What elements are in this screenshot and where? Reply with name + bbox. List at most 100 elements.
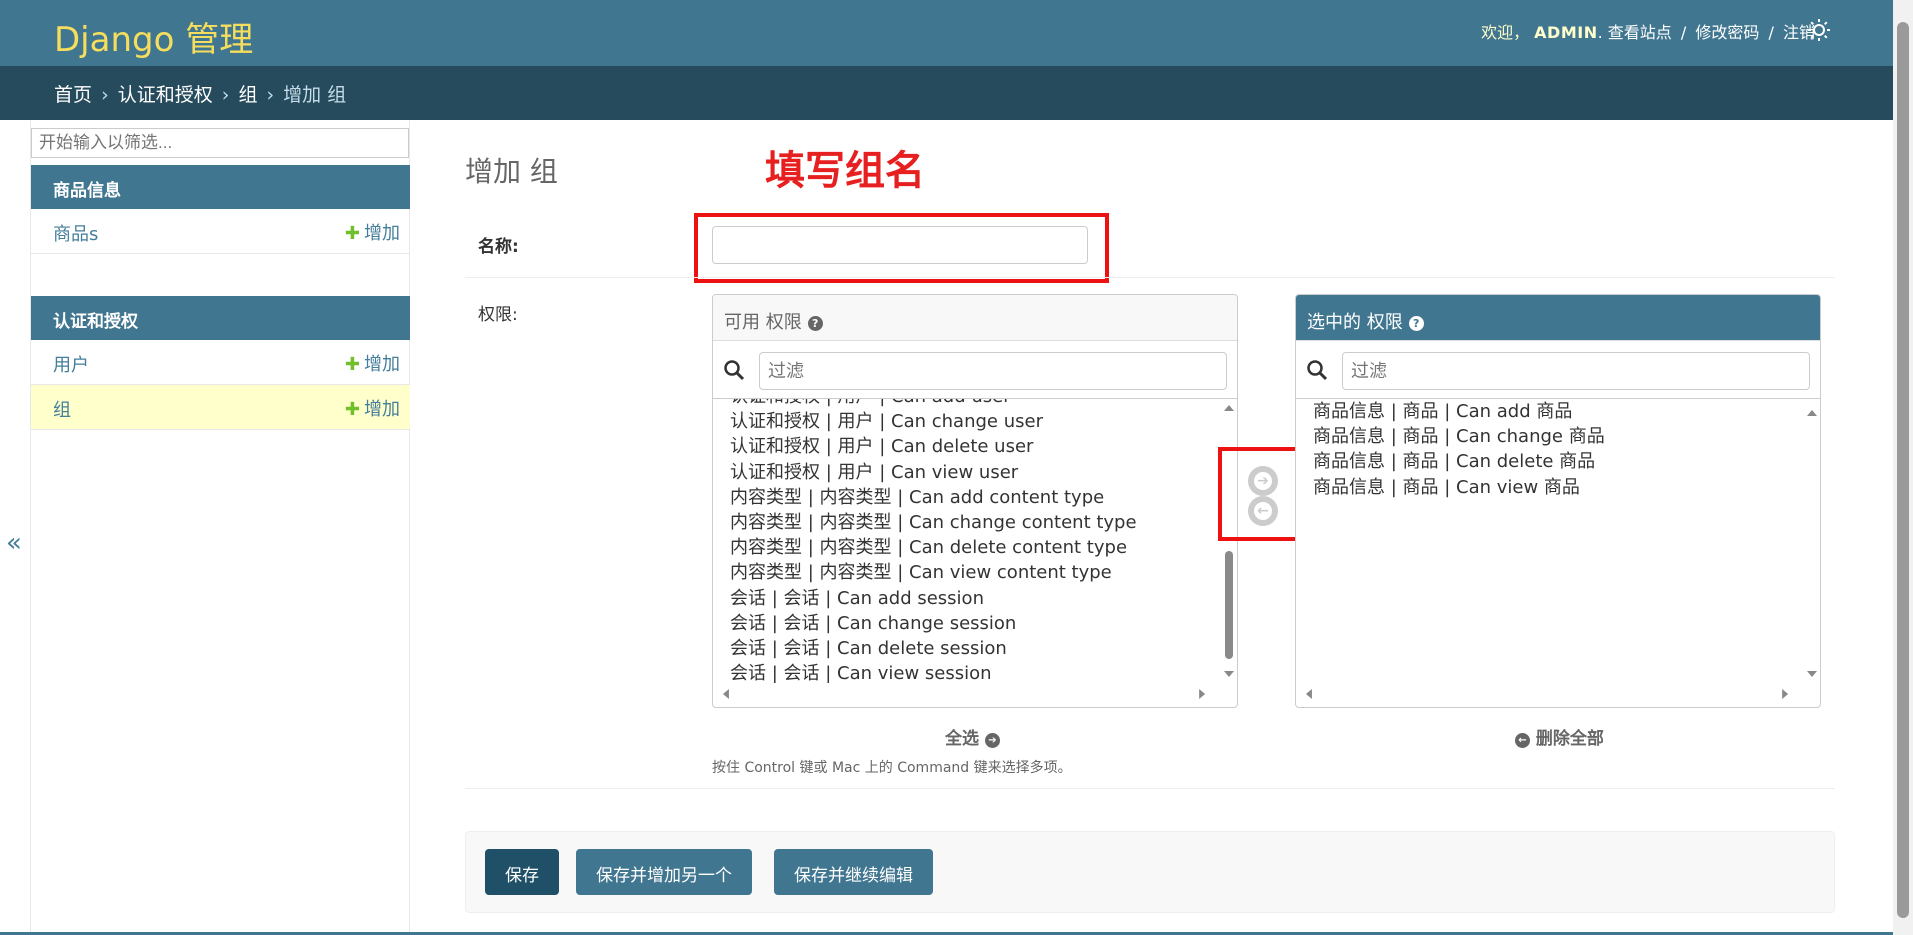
add-label: 增加 (364, 399, 400, 420)
row-divider (465, 277, 1835, 278)
chosen-title-text: 选中的 权限 (1307, 312, 1403, 333)
username: ADMIN (1534, 23, 1598, 42)
list-item[interactable]: 内容类型 | 内容类型 | Can change content type (730, 510, 1223, 535)
sidebar-item-goods-link[interactable]: 商品s (53, 224, 98, 245)
user-tools: 欢迎， ADMIN. 查看站点 / 修改密码 / 注销 (1481, 23, 1815, 42)
list-item[interactable]: 商品信息 | 商品 | Can delete 商品 (1313, 449, 1806, 474)
add-group-link[interactable]: ✚ 增加 (345, 395, 400, 421)
separator: / (1680, 23, 1687, 42)
arrow-right-circle-icon: ➔ (984, 733, 1000, 748)
sidebar-item-users: 用户 ✚ 增加 (31, 340, 410, 385)
sun-icon[interactable] (1807, 18, 1831, 42)
remove-all-label: 删除全部 (1535, 729, 1604, 749)
help-text: 按住 Control 键或 Mac 上的 Command 键来选择多项。 (712, 760, 1072, 776)
sidebar-item-groups: 组 ✚ 增加 (31, 385, 410, 430)
choose-all-link[interactable]: 全选 ➔ (945, 724, 1000, 749)
page-title: 增加 组 (465, 155, 558, 188)
scroll-up-arrow (1224, 405, 1234, 411)
choose-all-label: 全选 (945, 729, 979, 749)
breadcrumb-separator: › (221, 84, 230, 106)
list-item[interactable]: 内容类型 | 内容类型 | Can view content type (730, 560, 1223, 585)
save-and-add-another-button[interactable]: 保存并增加另一个 (576, 849, 752, 895)
save-and-continue-button[interactable]: 保存并继续编辑 (774, 849, 933, 895)
chosen-filter-input[interactable] (1342, 352, 1810, 390)
help-icon[interactable]: ? (807, 316, 823, 331)
page-scroll-thumb[interactable] (1897, 22, 1909, 918)
vertical-scrollbar[interactable] (1804, 399, 1820, 683)
scroll-down-arrow (1807, 671, 1817, 677)
chosen-permissions-title: 选中的 权限? (1296, 295, 1820, 341)
list-item[interactable]: 认证和授权 | 用户 | Can delete user (730, 434, 1223, 459)
search-icon (1307, 360, 1328, 381)
horizontal-scrollbar[interactable] (713, 681, 1237, 707)
row-divider (465, 788, 1835, 789)
list-item[interactable]: 商品信息 | 商品 | Can view 商品 (1313, 475, 1806, 500)
available-filter-input[interactable] (759, 352, 1227, 390)
breadcrumb-home[interactable]: 首页 (54, 84, 92, 106)
annotation-box-name (694, 213, 1109, 283)
breadcrumb-current: 增加 组 (283, 84, 347, 106)
list-item[interactable]: 认证和授权 | 用户 | Can add user (730, 399, 1223, 409)
list-item[interactable]: 会话 | 会话 | Can change session (730, 611, 1223, 636)
sidebar-item-groups-link[interactable]: 组 (53, 400, 71, 421)
nav-filter-input[interactable] (31, 128, 409, 158)
list-item[interactable]: 商品信息 | 商品 | Can change 商品 (1313, 424, 1806, 449)
arrow-left-circle-icon: ← (1515, 733, 1530, 748)
toggle-sidebar-button[interactable]: « (6, 528, 22, 558)
scroll-down-arrow (1224, 671, 1234, 677)
scroll-right-arrow (1199, 689, 1206, 699)
available-filter-row (713, 341, 1237, 399)
scroll-right-arrow (1782, 689, 1789, 699)
chosen-permissions-box: 选中的 权限? 商品信息 | 商品 | Can add 商品 商品信息 | 商品… (1295, 294, 1821, 708)
available-options-list[interactable]: 认证和授权 | 用户 | Can add user 认证和授权 | 用户 | C… (713, 399, 1223, 683)
available-permissions-title: 可用 权限? (713, 295, 1237, 341)
remove-all-link[interactable]: ← 删除全部 (1515, 724, 1604, 749)
plus-icon: ✚ (344, 399, 360, 420)
chosen-filter-row (1296, 341, 1820, 399)
list-item[interactable]: 会话 | 会话 | Can add session (730, 586, 1223, 611)
list-item[interactable]: 认证和授权 | 用户 | Can change user (730, 409, 1223, 434)
save-button[interactable]: 保存 (485, 849, 559, 895)
view-site-link[interactable]: 查看站点 (1608, 23, 1672, 42)
submit-row: 保存 保存并增加另一个 保存并继续编辑 (465, 831, 1835, 913)
chosen-options-list[interactable]: 商品信息 | 商品 | Can add 商品 商品信息 | 商品 | Can c… (1296, 399, 1806, 683)
breadcrumb-app[interactable]: 认证和授权 (118, 84, 213, 106)
available-permissions-box: 可用 权限? 认证和授权 | 用户 | Can add user 认证和授权 |… (712, 294, 1238, 708)
list-item[interactable]: 商品信息 | 商品 | Can add 商品 (1313, 399, 1806, 424)
breadcrumb-model[interactable]: 组 (238, 84, 257, 106)
scroll-left-arrow (722, 689, 729, 699)
add-label: 增加 (364, 223, 400, 244)
annotation-text: 填写组名 (765, 148, 925, 194)
scroll-thumb (1225, 551, 1233, 659)
list-item[interactable]: 内容类型 | 内容类型 | Can add content type (730, 485, 1223, 510)
app-caption-goods[interactable]: 商品信息 (31, 165, 410, 209)
horizontal-scrollbar[interactable] (1296, 681, 1820, 707)
site-name[interactable]: Django 管理 (54, 12, 253, 61)
help-icon[interactable]: ? (1408, 316, 1424, 331)
plus-icon: ✚ (344, 223, 360, 244)
list-item[interactable]: 认证和授权 | 用户 | Can view user (730, 460, 1223, 485)
permissions-label: 权限: (478, 305, 518, 325)
plus-icon: ✚ (344, 354, 360, 375)
add-user-link[interactable]: ✚ 增加 (345, 350, 400, 376)
list-item[interactable]: 会话 | 会话 | Can delete session (730, 636, 1223, 661)
available-title-text: 可用 权限 (724, 312, 802, 333)
list-item[interactable]: 会话 | 会话 | Can view session (730, 661, 1223, 683)
change-password-link[interactable]: 修改密码 (1695, 23, 1759, 42)
page-scrollbar[interactable] (1893, 0, 1913, 935)
scroll-left-arrow (1305, 689, 1312, 699)
vertical-scrollbar[interactable] (1221, 399, 1237, 683)
scroll-up-arrow (1807, 410, 1817, 416)
breadcrumb: 首页 › 认证和授权 › 组 › 增加 组 (0, 66, 1893, 120)
separator: / (1768, 23, 1774, 42)
add-label: 增加 (364, 354, 400, 375)
sidebar-item-goods: 商品s ✚ 增加 (31, 209, 410, 254)
nav-sidebar: 商品信息 商品s ✚增加 认证和授权 用户 ✚增加 组 ✚增加 (30, 120, 410, 935)
sidebar-item-users-link[interactable]: 用户 (53, 355, 89, 376)
welcome-text: 欢迎， (1481, 23, 1530, 42)
name-label: 名称: (478, 237, 519, 257)
list-item[interactable]: 内容类型 | 内容类型 | Can delete content type (730, 535, 1223, 560)
breadcrumb-separator: › (266, 84, 275, 106)
app-caption-auth[interactable]: 认证和授权 (31, 296, 410, 340)
add-goods-link[interactable]: ✚ 增加 (345, 219, 400, 245)
